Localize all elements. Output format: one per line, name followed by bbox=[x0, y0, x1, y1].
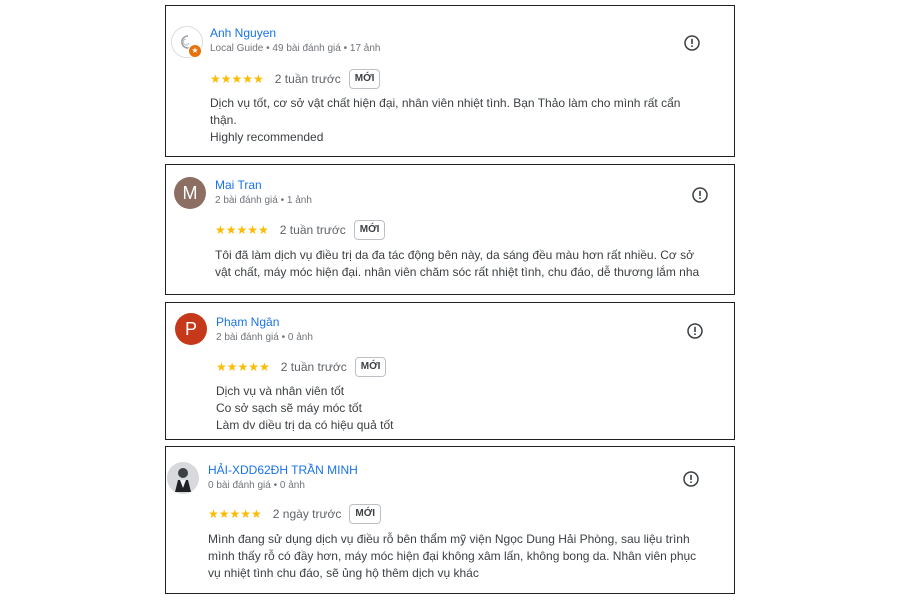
avatar[interactable]: M bbox=[174, 177, 206, 209]
review-text-line: Co sở sạch sẽ máy móc tốt bbox=[216, 401, 362, 415]
star-rating: ★★★★★ bbox=[216, 360, 270, 374]
review-text-line: Highly recommended bbox=[210, 130, 324, 144]
rating-row: ★★★★★ 2 ngày trước MỚI bbox=[208, 504, 382, 524]
new-badge: MỚI bbox=[354, 357, 387, 377]
avatar-letter: M bbox=[182, 182, 198, 203]
star-rating: ★★★★★ bbox=[215, 223, 269, 237]
review-card: ★ Anh Nguyen Local Guide • 49 bài đánh g… bbox=[165, 5, 735, 157]
report-flag-icon[interactable] bbox=[687, 323, 703, 339]
review-text-line: thận. bbox=[210, 113, 237, 127]
rating-row: ★★★★★ 2 tuần trước MỚI bbox=[210, 69, 381, 89]
review-time: 2 tuần trước bbox=[280, 360, 347, 374]
reviewer-meta: 0 bài đánh giá • 0 ảnh bbox=[208, 480, 305, 491]
review-text-line: Tôi đã làm dịch vụ điều trị da đa tác độ… bbox=[215, 248, 695, 262]
review-text: Dịch vụ tốt, cơ sở vật chất hiện đại, nh… bbox=[210, 95, 680, 146]
review-card: HẢI-XDD62ĐH TRẦN MINH 0 bài đánh giá • 0… bbox=[165, 446, 735, 594]
review-text-line: Dịch vụ và nhân viên tốt bbox=[216, 384, 345, 398]
review-text-line: Dịch vụ tốt, cơ sở vật chất hiện đại, nh… bbox=[210, 96, 681, 110]
avatar-image bbox=[167, 462, 199, 494]
review-text: Dịch vụ và nhân viên tốt Co sở sạch sẽ m… bbox=[216, 383, 393, 434]
rating-row: ★★★★★ 2 tuần trước MỚI bbox=[215, 220, 386, 240]
review-card: M Mai Tran 2 bài đánh giá • 1 ảnh ★★★★★ … bbox=[165, 164, 735, 295]
review-card: P Phạm Ngân 2 bài đánh giá • 0 ảnh ★★★★★… bbox=[165, 302, 735, 440]
review-text: Tôi đã làm dịch vụ điều trị da đa tác độ… bbox=[215, 247, 699, 281]
reviewer-meta: 2 bài đánh giá • 0 ảnh bbox=[216, 332, 313, 343]
report-flag-icon[interactable] bbox=[684, 35, 700, 51]
new-badge: MỚI bbox=[348, 69, 381, 89]
reviewer-meta: 2 bài đánh giá • 1 ảnh bbox=[215, 195, 312, 206]
review-text-line: vật chất, máy móc hiện đại. nhân viên ch… bbox=[215, 265, 700, 279]
reviewer-meta: Local Guide • 49 bài đánh giá • 17 ảnh bbox=[210, 43, 381, 54]
rating-row: ★★★★★ 2 tuần trước MỚI bbox=[216, 357, 387, 377]
reviewer-name[interactable]: Mai Tran bbox=[215, 178, 262, 192]
avatar[interactable]: P bbox=[175, 313, 207, 345]
star-rating: ★★★★★ bbox=[210, 72, 264, 86]
review-text: Mình đang sử dụng dịch vụ điều rỗ bên th… bbox=[208, 531, 696, 582]
review-text-line: Làm dv diều trị da có hiệu quả tốt bbox=[216, 418, 394, 432]
new-badge: MỚI bbox=[353, 220, 386, 240]
avatar[interactable] bbox=[167, 462, 199, 494]
review-time: 2 tuần trước bbox=[279, 223, 346, 237]
star-rating: ★★★★★ bbox=[208, 507, 262, 521]
avatar-letter: P bbox=[184, 318, 197, 339]
new-badge: MỚI bbox=[349, 504, 382, 524]
reviewer-name[interactable]: Anh Nguyen bbox=[210, 26, 276, 40]
review-time: 2 ngày trước bbox=[272, 507, 342, 521]
report-flag-icon[interactable] bbox=[683, 471, 699, 487]
review-text-line: vụ nhiệt tình chu đáo, sẽ ủng hộ thêm dị… bbox=[208, 566, 479, 580]
review-text-line: mình thấy rỗ có đầy hơn, máy móc hiện đạ… bbox=[208, 549, 697, 563]
review-text-line: Mình đang sử dụng dịch vụ điều rỗ bên th… bbox=[208, 532, 690, 546]
local-guide-badge-icon: ★ bbox=[188, 44, 202, 58]
reviewer-name[interactable]: HẢI-XDD62ĐH TRẦN MINH bbox=[208, 463, 358, 477]
reviewer-name[interactable]: Phạm Ngân bbox=[216, 315, 279, 329]
report-flag-icon[interactable] bbox=[692, 187, 708, 203]
review-time: 2 tuần trước bbox=[274, 72, 341, 86]
